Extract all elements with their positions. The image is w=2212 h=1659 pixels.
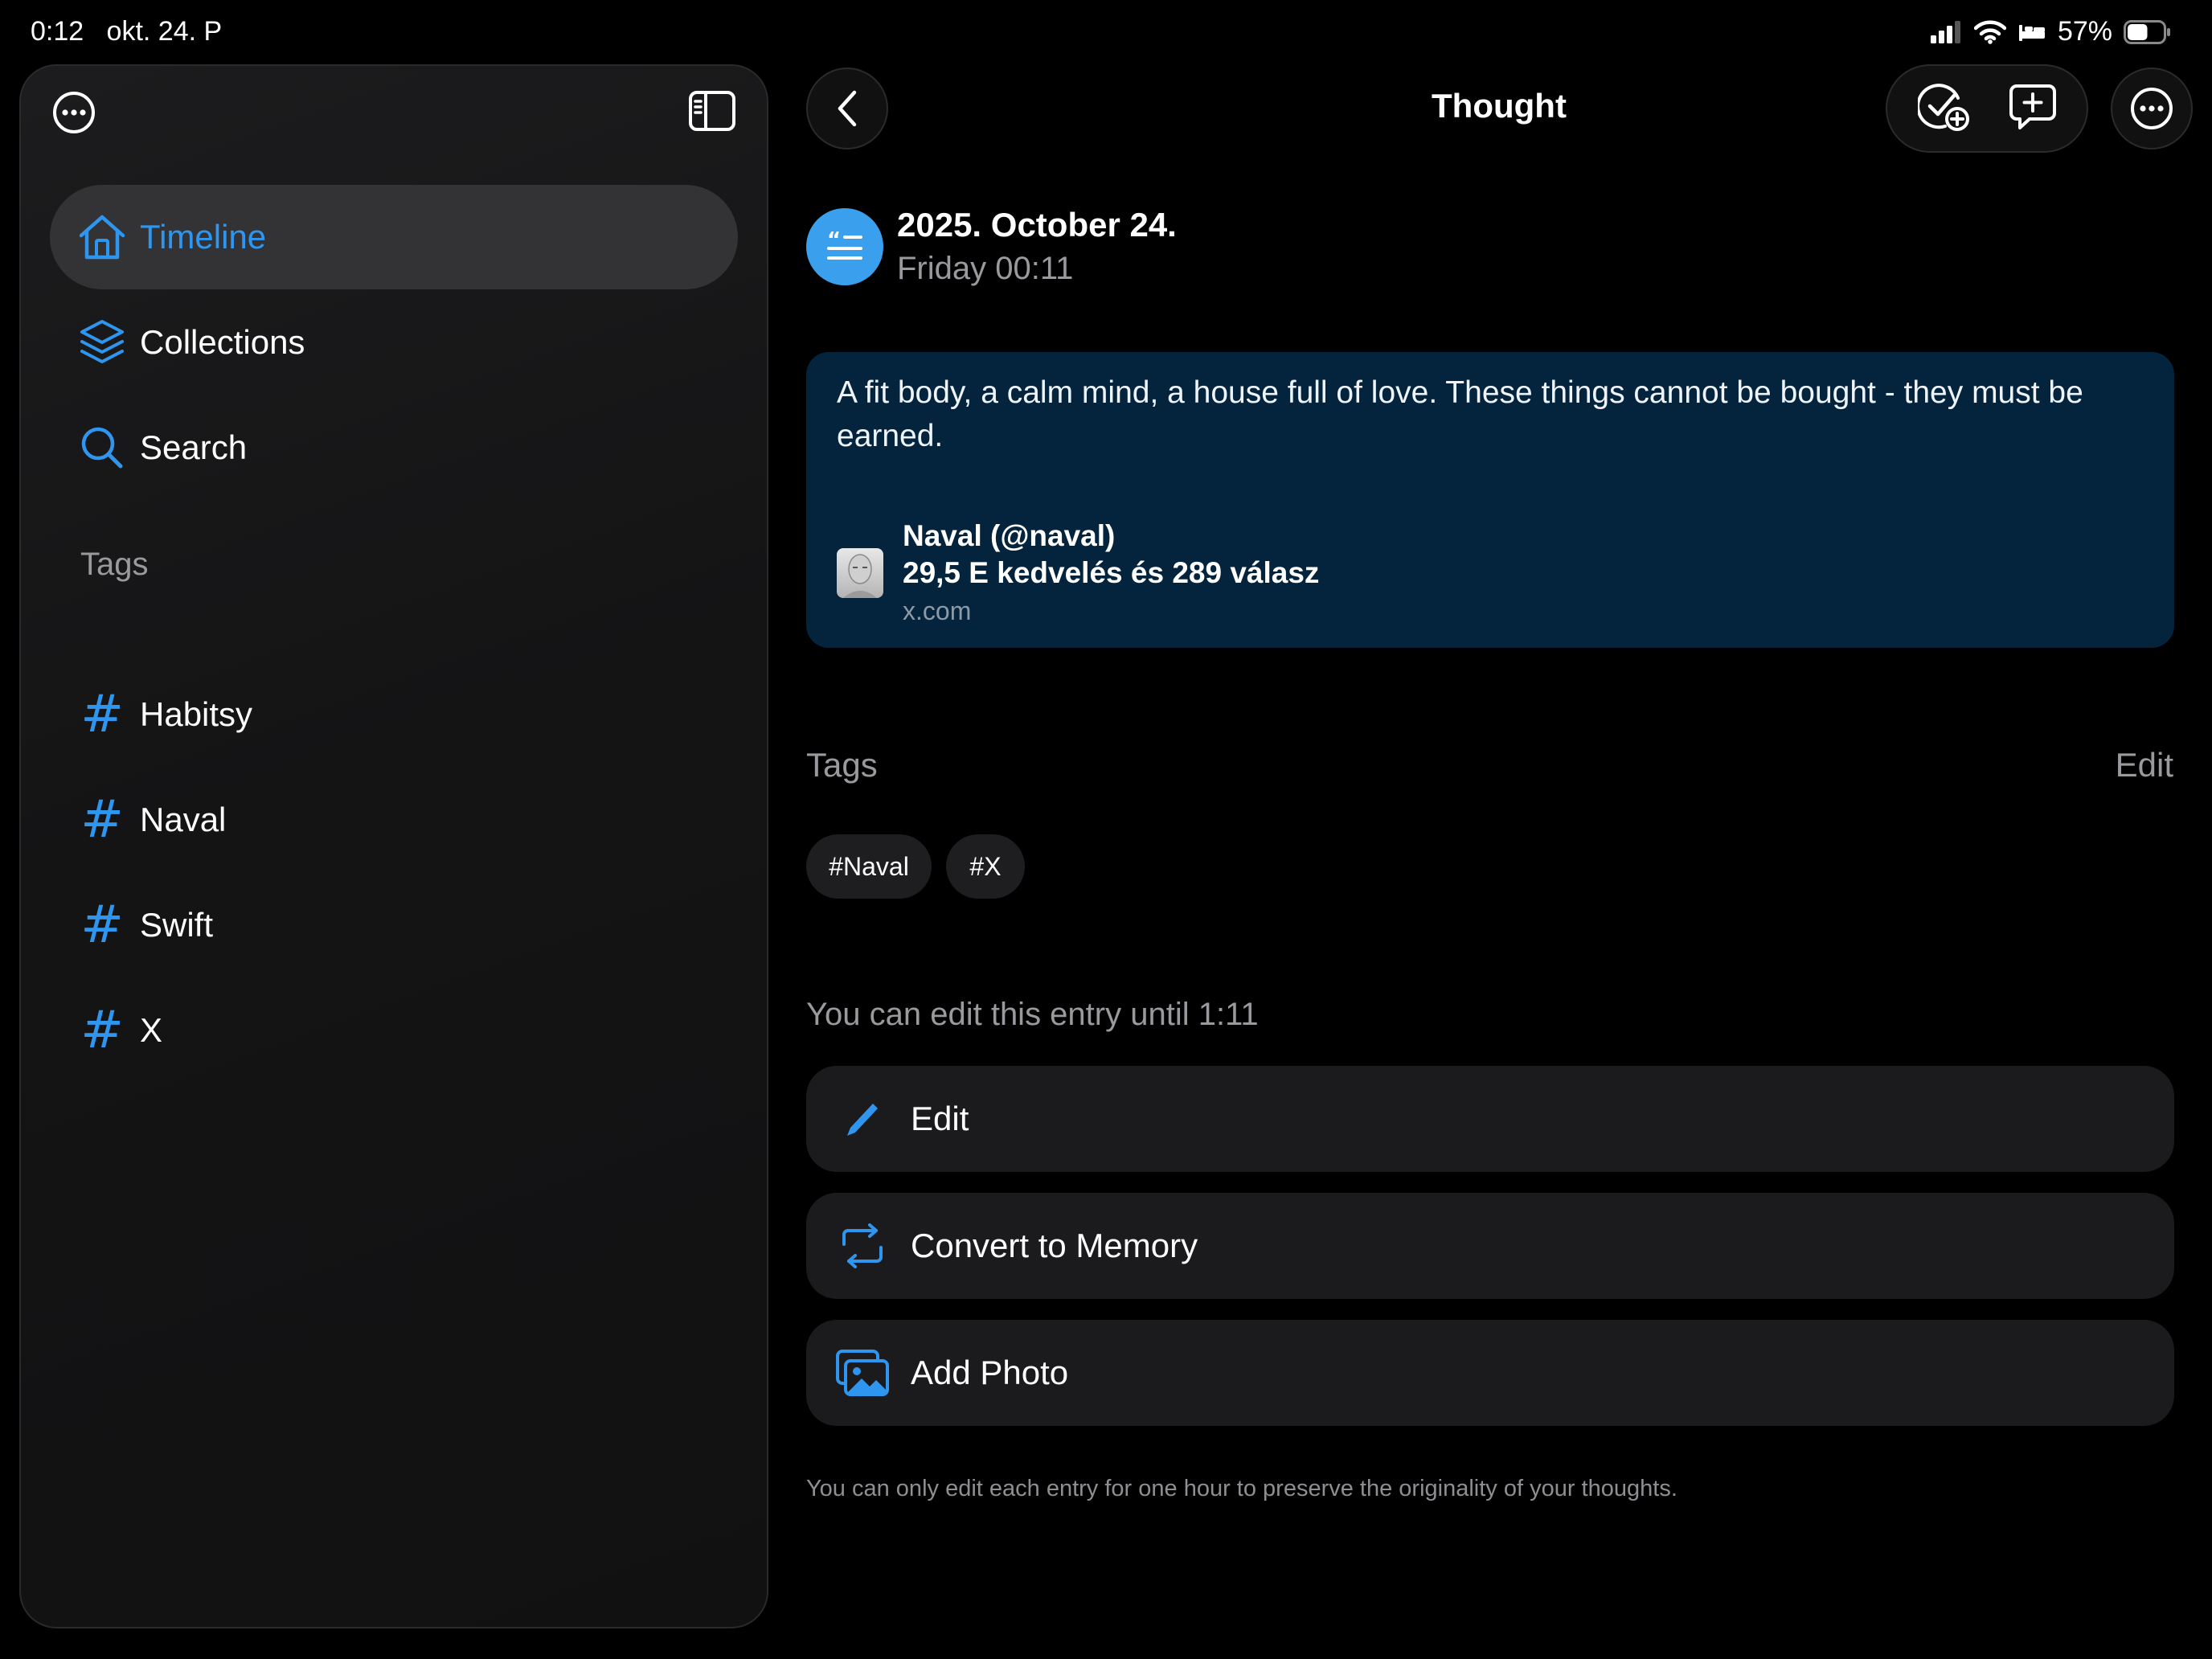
hash-icon: # xyxy=(80,895,124,955)
page-title: Thought xyxy=(1432,87,1567,125)
sidebar-item-label: Habitsy xyxy=(140,695,253,733)
hash-icon: # xyxy=(80,1001,124,1060)
sidebar-item-label: X xyxy=(140,1011,163,1049)
link-subtitle[interactable]: 29,5 E kedvelés és 289 válasz xyxy=(903,556,1319,590)
action-label: Add Photo xyxy=(911,1354,1069,1391)
chevron-left-icon xyxy=(838,90,857,127)
thought-text: A fit body, a calm mind, a house full of… xyxy=(837,375,2083,453)
ellipsis-circle-icon xyxy=(2131,88,2173,129)
add-task-button[interactable] xyxy=(1915,82,1971,136)
sidebar-item-label: Collections xyxy=(140,323,305,361)
sidebar-tag-naval[interactable]: # Naval xyxy=(50,768,738,872)
convert-to-memory-button[interactable]: Convert to Memory xyxy=(806,1193,2174,1299)
house-icon xyxy=(76,213,129,261)
sidebar-item-collections[interactable]: Collections xyxy=(50,290,738,395)
sidebar-item-timeline[interactable]: Timeline xyxy=(50,185,738,289)
sidebar-item-label: Swift xyxy=(140,906,214,944)
quote-text-icon: “ xyxy=(827,229,862,260)
sidebar-item-search[interactable]: Search xyxy=(50,395,738,500)
tag-chip-x[interactable]: #X xyxy=(946,834,1025,899)
sidebar-tag-swift[interactable]: # Swift xyxy=(50,873,738,977)
edit-tags-button[interactable]: Edit xyxy=(2116,746,2173,784)
sidebar-item-label: Search xyxy=(140,428,248,466)
action-label: Convert to Memory xyxy=(911,1227,1198,1264)
header-action-group xyxy=(1886,64,2088,153)
layers-icon xyxy=(76,318,129,367)
hash-icon: # xyxy=(80,790,124,850)
edit-deadline-notice: You can edit this entry until 1:11 xyxy=(806,997,1259,1032)
sidebar-tag-habitsy[interactable]: # Habitsy xyxy=(50,662,738,767)
battery-percent: 57% xyxy=(2057,16,2112,47)
search-icon xyxy=(76,425,129,470)
action-label: Edit xyxy=(911,1100,969,1137)
status-time: 0:12 xyxy=(31,16,84,47)
hash-icon: # xyxy=(80,685,124,744)
sidebar-tag-x[interactable]: # X xyxy=(50,978,738,1083)
profile-thumbnail-icon xyxy=(843,554,877,598)
status-date: okt. 24. P xyxy=(106,16,223,47)
bubble-plus-icon xyxy=(2009,84,2056,129)
sidebar-more-button[interactable] xyxy=(51,90,96,139)
sidebar-item-label: Naval xyxy=(140,801,227,838)
add-comment-button[interactable] xyxy=(2009,83,2057,135)
convert-icon xyxy=(830,1223,895,1268)
thought-card: A fit body, a calm mind, a house full of… xyxy=(806,352,2174,648)
entry-date: 2025. October 24. xyxy=(897,206,1177,244)
sleep-focus-icon xyxy=(2018,24,2045,41)
add-photo-button[interactable]: Add Photo xyxy=(806,1320,2174,1426)
edit-entry-button[interactable]: Edit xyxy=(806,1066,2174,1172)
wifi-icon xyxy=(1973,20,2006,44)
back-button[interactable] xyxy=(806,68,888,150)
tag-chip-naval[interactable]: #Naval xyxy=(806,834,932,899)
tags-section-title: Tags xyxy=(806,746,878,784)
status-bar-clock: 0:12 okt. 24. P xyxy=(31,16,222,47)
status-bar-indicators: 57% xyxy=(1930,16,2172,47)
cellular-signal-icon xyxy=(1930,20,1960,43)
sidebar-tags-header: Tags xyxy=(80,547,149,582)
sidebar-item-label: Timeline xyxy=(140,218,267,256)
app-root: 0:12 okt. 24. P 57% Timeline Collections… xyxy=(0,0,2212,1659)
sidebar-toggle-icon xyxy=(689,91,735,131)
link-domain[interactable]: x.com xyxy=(903,596,971,626)
entry-time: Friday 00:11 xyxy=(897,251,1074,286)
more-options-button[interactable] xyxy=(2111,68,2193,150)
edit-footnote: You can only edit each entry for one hou… xyxy=(806,1476,1677,1501)
thought-type-icon: “ xyxy=(806,208,883,285)
battery-icon xyxy=(2124,19,2170,44)
link-title[interactable]: Naval (@naval) xyxy=(903,519,1115,553)
sidebar-toggle-button[interactable] xyxy=(688,90,736,136)
pencil-icon xyxy=(830,1099,895,1139)
checkmark-badge-plus-icon xyxy=(1915,83,1969,131)
photo-icon xyxy=(830,1350,895,1396)
ellipsis-circle-icon xyxy=(53,92,95,133)
link-thumbnail[interactable] xyxy=(837,548,883,598)
sidebar: Timeline Collections Search Tags # Habit… xyxy=(19,64,768,1628)
